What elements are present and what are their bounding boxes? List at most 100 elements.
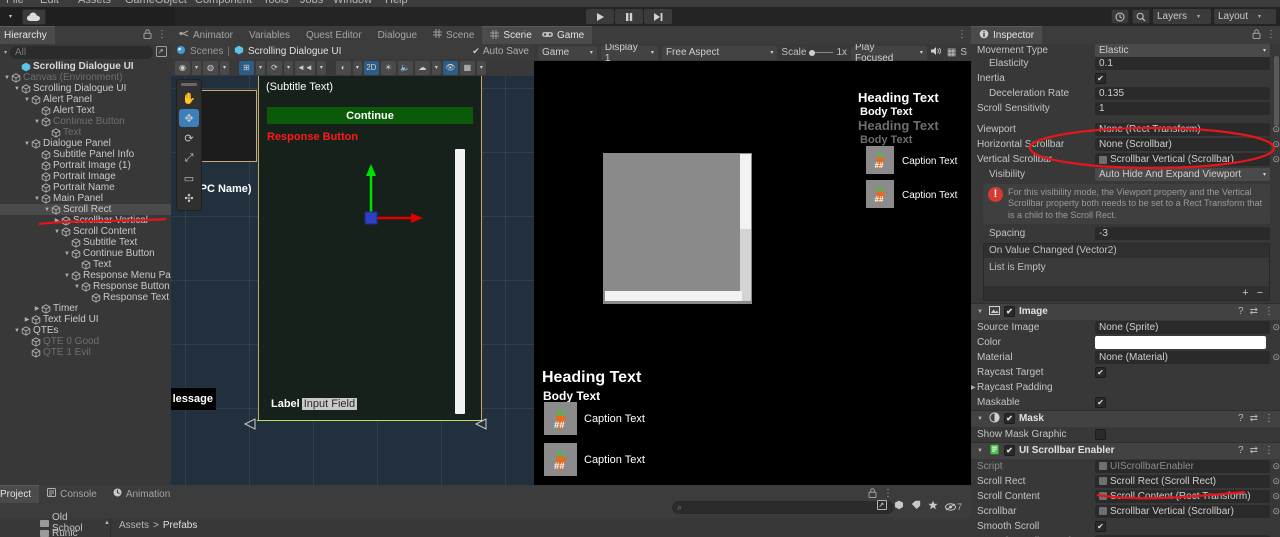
project-content-pane[interactable]: Assets > Prefabs	[110, 518, 971, 537]
label-icon[interactable]	[911, 500, 921, 513]
chevron-down-icon[interactable]: ▼	[73, 284, 81, 290]
chevron-down-icon[interactable]: ▾	[431, 60, 441, 75]
component-enabled-checkbox[interactable]: ✔	[1003, 306, 1015, 318]
hierarchy-item-dialogue-panel[interactable]: ▼ Dialogue Panel	[0, 138, 171, 149]
chevron-down-icon[interactable]: ▼	[977, 448, 983, 454]
drag-handle[interactable]	[181, 83, 197, 86]
hierarchy-item-alert-panel[interactable]: ▼ Alert Panel	[0, 94, 171, 105]
field-vertical-scrollbar[interactable]: Scrollbar Vertical (Scrollbar)	[1095, 153, 1280, 166]
mute-audio-icon[interactable]	[930, 46, 943, 59]
chevron-down-icon[interactable]: ▾	[192, 60, 201, 75]
scene-tools-overlay[interactable]: ✋ ✥ ⟳ ⤢ ▭ ✣	[176, 79, 202, 211]
hierarchy-item-text[interactable]: Text	[0, 127, 171, 138]
game-scroll-panel[interactable]	[603, 153, 752, 304]
move-tool[interactable]: ✥	[179, 109, 199, 127]
history-icon[interactable]	[1111, 9, 1129, 24]
tab-animation[interactable]: Animation	[105, 485, 178, 503]
hierarchy-item-text-field-ui[interactable]: ▶ Text Field UI	[0, 314, 171, 325]
step-button[interactable]	[644, 9, 672, 24]
menu-item-assets[interactable]: Assets	[78, 0, 111, 6]
overflow-menu-icon[interactable]: ⋮	[520, 29, 530, 40]
breadcrumb-prefab[interactable]: Scrolling Dialogue UI	[248, 46, 341, 57]
field-script[interactable]: UIScrollbarEnabler	[1095, 459, 1280, 473]
visibility-icon[interactable]: 7	[945, 502, 962, 512]
checkbox[interactable]: ✔	[1095, 73, 1106, 84]
hierarchy-item-qtes[interactable]: ▼ QTEs	[0, 325, 171, 336]
menu-item-jobs[interactable]: Jobs	[300, 0, 323, 6]
breadcrumb-prefabs[interactable]: Prefabs	[163, 520, 197, 531]
chevron-right-icon[interactable]: ▶	[23, 316, 31, 323]
field-color[interactable]	[1095, 335, 1266, 349]
game-display-number[interactable]: Display 1 ▾	[600, 42, 658, 64]
scene-toolbar[interactable]: ◉ ▾ ◍ ▾ ⊞ ▾ ⟳ ▾ ◄◄ ▾ ◐ ▾ 2D ☀ 🔈 ☁ ▾ 👁 ▦ ▾	[171, 59, 534, 76]
star-icon[interactable]	[928, 500, 938, 513]
chevron-right-icon[interactable]: ▶	[33, 305, 41, 312]
input-field-row[interactable]: Label Input Field	[259, 395, 481, 413]
checkbox[interactable]: ✔	[1095, 520, 1106, 532]
field-spacing[interactable]: -3	[1095, 226, 1270, 240]
chevron-down-icon[interactable]: ▼	[13, 328, 21, 334]
project-folder-tree[interactable]: Old School ▲ Runic	[0, 512, 110, 537]
chevron-down-icon[interactable]: ▼	[63, 251, 71, 257]
hierarchy-item-main-panel[interactable]: ▼ Main Panel	[0, 193, 171, 204]
hierarchy-search-input[interactable]: All	[10, 46, 153, 59]
chevron-down-icon[interactable]: ▼	[23, 97, 31, 103]
menu-bar[interactable]: File Edit Assets GameObject Component To…	[0, 0, 1280, 7]
tab-animator[interactable]: Animator	[171, 26, 241, 44]
chevron-down-icon[interactable]: ▾	[4, 49, 7, 56]
chevron-down-icon[interactable]: ▾	[284, 60, 293, 75]
chevron-down-icon[interactable]: ▼	[3, 75, 11, 81]
help-icon[interactable]: ?	[1238, 445, 1244, 456]
inspector-scrollbar[interactable]	[1274, 56, 1279, 126]
hierarchy-item-subtitle-text[interactable]: Subtitle Text	[0, 237, 171, 248]
add-event-button[interactable]: +	[1242, 287, 1248, 299]
field-viewport[interactable]: None (Rect Transform)	[1095, 123, 1280, 136]
hierarchy-tree[interactable]: Scrolling Dialogue UI ▼ Canvas (Environmen…	[0, 61, 171, 485]
lighting-toggle[interactable]: ☀	[380, 60, 396, 75]
chevron-down-icon[interactable]: ▼	[63, 273, 71, 279]
shading-mode[interactable]: ◐	[335, 60, 351, 75]
component-enabled-checkbox[interactable]: ✔	[1003, 413, 1015, 425]
rect-tool[interactable]: ▭	[179, 169, 199, 187]
overflow-menu-icon[interactable]: ⋮	[1266, 29, 1276, 42]
hierarchy-item-response-text[interactable]: Response Text	[0, 292, 171, 303]
tab-quest-editor[interactable]: Quest Editor	[298, 26, 370, 44]
chevron-down-icon[interactable]: ▾	[352, 60, 362, 75]
chevron-down-icon[interactable]: ▼	[53, 229, 61, 235]
component-header-mask[interactable]: ▼ ✔ Mask? ⇄ ⋮	[971, 409, 1280, 427]
menu-item-window[interactable]: Window	[333, 0, 372, 6]
account-dropdown[interactable]: ▾	[2, 9, 19, 24]
tab-dialogue[interactable]: Dialogue	[370, 26, 425, 44]
tab-console[interactable]: Console	[39, 485, 105, 503]
save-filter-icon[interactable]	[877, 500, 887, 513]
field-scroll-content[interactable]: Scroll Content (Rect Transform)	[1095, 489, 1280, 503]
tab-project[interactable]: Project	[0, 485, 40, 503]
menu-item-file[interactable]: File	[6, 0, 24, 6]
scene-viewport[interactable]: (NPC Name) (Subtitle Text) Continue Resp…	[171, 76, 534, 503]
field-source-image[interactable]: None (Sprite)	[1095, 320, 1280, 334]
hierarchy-item-scroll-rect[interactable]: ▼ Scroll Rect	[0, 204, 171, 215]
field-scroll-rect[interactable]: Scroll Rect (Scroll Rect)	[1095, 474, 1280, 488]
hierarchy-item-continue-button[interactable]: ▼ Continue Button	[0, 248, 171, 259]
hierarchy-item-qte-1-evil[interactable]: QTE 1 Evil	[0, 347, 171, 358]
hierarchy-item-response-button-ten[interactable]: ▼ Response Button Ten	[0, 281, 171, 292]
tab-variables[interactable]: Variables	[241, 26, 298, 44]
chevron-down-icon[interactable]: ▾	[220, 60, 229, 75]
game-scrollbar-thumb[interactable]	[740, 154, 751, 229]
menu-item-tools[interactable]: Tools	[263, 0, 289, 6]
field-horizontal-scrollbar[interactable]: None (Scrollbar)	[1095, 138, 1280, 151]
overflow-menu-icon[interactable]: ⋮	[957, 29, 967, 40]
2d-toggle[interactable]: 2D	[363, 60, 379, 75]
layers-dropdown[interactable]: Layers ▾	[1153, 9, 1211, 24]
hierarchy-item-canvas-environment[interactable]: ▼ Canvas (Environment)	[0, 72, 171, 83]
hierarchy-item-portrait-image[interactable]: Portrait Image	[0, 171, 171, 182]
continue-button[interactable]: Continue	[267, 107, 473, 124]
transform-tool[interactable]: ✣	[179, 189, 199, 207]
component-header-image[interactable]: ▼ ✔ Image? ⇄ ⋮	[971, 302, 1280, 320]
tab-scene-2[interactable]: Scene	[425, 26, 482, 44]
grid-snap-toggle[interactable]: ⊞	[239, 60, 254, 75]
game-scale-slider[interactable]: Scale 1x	[781, 47, 847, 58]
gizmos-toggle[interactable]: 👁	[442, 60, 458, 75]
field-deceleration-rate[interactable]: 0.135	[1095, 87, 1270, 100]
hierarchy-item-subtitle-panel-info[interactable]: Subtitle Panel Info	[0, 149, 171, 160]
